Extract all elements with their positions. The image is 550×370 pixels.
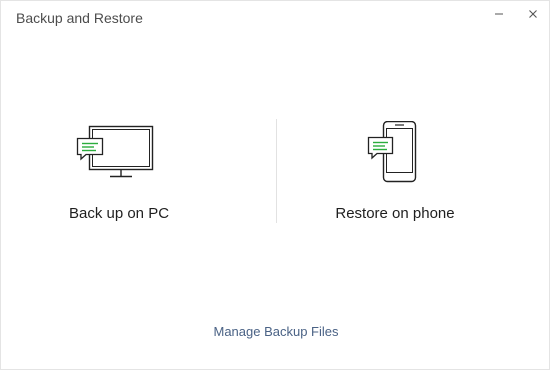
close-icon bbox=[529, 10, 537, 18]
close-button[interactable] bbox=[524, 5, 542, 23]
minimize-icon bbox=[495, 13, 503, 15]
minimize-button[interactable] bbox=[490, 5, 508, 23]
backup-on-pc-option[interactable]: Back up on PC bbox=[9, 121, 229, 231]
window-title: Backup and Restore bbox=[16, 10, 143, 26]
backup-pc-art bbox=[74, 121, 164, 181]
monitor-chat-icon bbox=[76, 125, 154, 178]
backup-restore-window: Backup and Restore Back up on PC Restore… bbox=[0, 0, 550, 370]
options-divider bbox=[276, 119, 277, 223]
backup-on-pc-label: Back up on PC bbox=[68, 205, 170, 222]
manage-backup-files-link[interactable]: Manage Backup Files bbox=[1, 324, 550, 339]
phone-chat-icon bbox=[367, 121, 417, 183]
restore-on-phone-label: Restore on phone bbox=[335, 205, 455, 222]
restore-on-phone-option[interactable]: Restore on phone bbox=[285, 121, 505, 231]
restore-phone-art bbox=[350, 121, 440, 183]
